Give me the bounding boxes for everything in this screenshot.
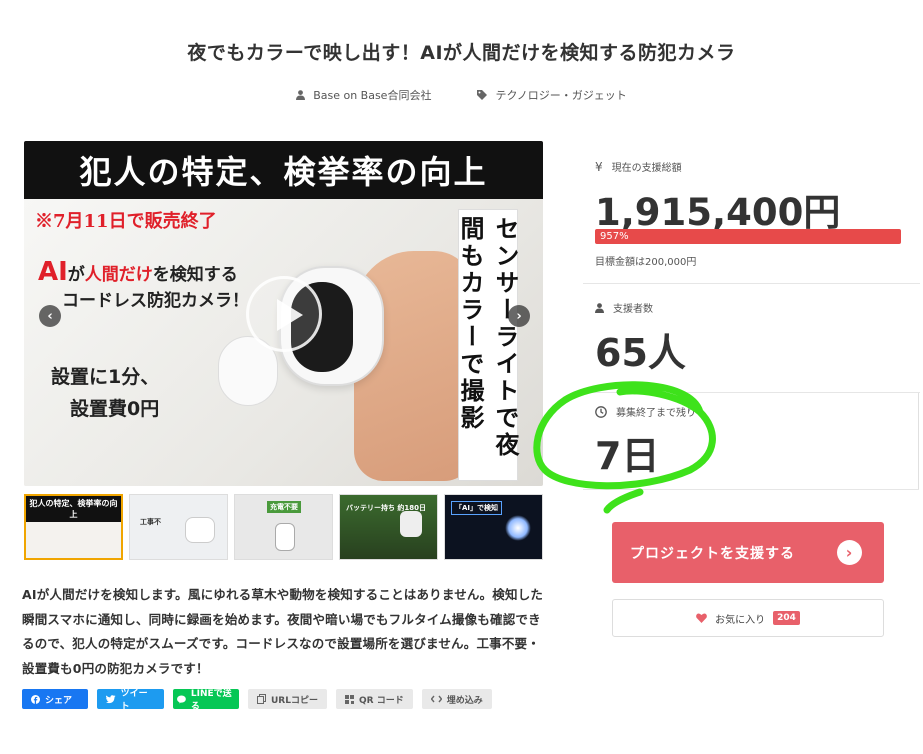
- qr-code-icon: [344, 694, 354, 704]
- hero-ai-mid: が: [67, 265, 85, 285]
- thumbnail-5[interactable]: 「AI」で検知: [444, 494, 543, 560]
- qr-code-label: QR コード: [358, 695, 404, 706]
- hero-setup-line1: 設置に1分、: [51, 366, 160, 388]
- divider: [583, 392, 920, 393]
- backers-count: 65人: [595, 331, 686, 375]
- twitter-share-label: ツイート: [120, 689, 148, 712]
- thumbnail-1-label: 犯人の特定、検挙率の向上: [26, 496, 121, 522]
- facebook-icon: [31, 694, 40, 704]
- total-support-label: ¥ 現在の支援総額: [595, 159, 682, 175]
- embed-button[interactable]: 埋め込み: [421, 689, 492, 709]
- card-border: [918, 393, 919, 489]
- hero-setup-text: 設置に1分、 設置費0円: [40, 361, 159, 425]
- facebook-share-button[interactable]: シェア: [22, 689, 88, 709]
- remaining-label: 募集終了まで残り: [595, 404, 696, 419]
- hero-setup-line2: 設置費0円: [70, 398, 160, 420]
- category-link[interactable]: テクノロジー・ガジェット: [477, 87, 627, 103]
- thumbnail-3-label: 充電不要: [267, 501, 301, 513]
- total-support-label-text: 現在の支援総額: [611, 163, 682, 174]
- funding-progress-bar: 957%: [595, 229, 901, 244]
- funding-progress-text: 957%: [600, 231, 629, 242]
- thumbnail-2[interactable]: 工事不: [129, 494, 228, 560]
- url-copy-label: URLコピー: [271, 695, 318, 706]
- facebook-share-label: シェア: [45, 695, 73, 706]
- backers-label: 支援者数: [595, 300, 653, 315]
- share-buttons: シェア ツイート LINEで送る URLコピー QR コード 埋め込み: [22, 689, 492, 712]
- total-support-amount: 1,915,400円: [595, 191, 841, 234]
- line-share-label: LINEで送る: [190, 689, 232, 712]
- page-title: 夜でもカラーで映し出す！AIが人間だけを検知する防犯カメラ: [187, 42, 736, 64]
- project-meta: Base on Base合同会社 テクノロジー・ガジェット: [0, 87, 923, 103]
- hero-ai-end: を検知する: [152, 265, 238, 285]
- hero-headline: 犯人の特定、検挙率の向上: [24, 141, 543, 199]
- project-description: AIが人間だけを検知します。風にゆれる草木や動物を検知することはありません。検知…: [22, 587, 544, 676]
- copy-icon: [257, 694, 266, 704]
- hero-ai-text: AIが人間だけを検知する コードレス防犯カメラ！: [38, 259, 249, 314]
- remaining-days: 7日: [595, 434, 660, 478]
- hero-ai-red: 人間だけ: [84, 265, 153, 285]
- favorite-button[interactable]: お気に入り 204: [612, 599, 884, 637]
- code-icon: [430, 695, 442, 703]
- thumbnail-strip: 犯人の特定、検挙率の向上 工事不 充電不要 バッテリー持ち 約180日 「AI」…: [24, 494, 543, 560]
- thumbnail-5-label: 「AI」で検知: [451, 501, 503, 515]
- favorite-label: お気に入り: [715, 614, 766, 626]
- support-project-button[interactable]: プロジェクトを支援する ›: [612, 522, 884, 583]
- url-copy-button[interactable]: URLコピー: [248, 689, 327, 709]
- remaining-label-text: 募集終了まで残り: [616, 408, 696, 419]
- prev-slide-icon[interactable]: ‹: [39, 305, 61, 327]
- sale-end-notice: ※7月11日で販売終了: [35, 211, 217, 232]
- thumbnail-4[interactable]: バッテリー持ち 約180日: [339, 494, 438, 560]
- yen-icon: ¥: [595, 159, 603, 174]
- thumbnail-2-label: 工事不: [140, 518, 161, 526]
- main-image-slider[interactable]: 犯人の特定、検挙率の向上 ※7月11日で販売終了 AIが人間だけを検知する コー…: [24, 141, 543, 486]
- embed-label: 埋め込み: [446, 695, 483, 706]
- line-icon: [177, 695, 186, 703]
- twitter-share-button[interactable]: ツイート: [97, 689, 164, 712]
- goal-amount: 目標金額は200,000円: [595, 257, 697, 268]
- chevron-right-icon: ›: [837, 540, 862, 565]
- qr-code-button[interactable]: QR コード: [335, 689, 413, 709]
- backers-label-text: 支援者数: [613, 304, 653, 315]
- support-project-label: プロジェクトを支援する: [630, 545, 795, 562]
- hero-ai-line2: コードレス防犯カメラ！: [62, 291, 249, 311]
- play-video-icon[interactable]: [246, 276, 322, 352]
- next-slide-icon[interactable]: ›: [508, 305, 530, 327]
- heart-icon: [696, 613, 707, 623]
- owner-name: Base on Base合同会社: [313, 89, 432, 102]
- hero-ai-word: AI: [38, 257, 68, 287]
- user-icon: [595, 302, 604, 313]
- owner-link[interactable]: Base on Base合同会社: [296, 87, 431, 103]
- user-icon: [296, 90, 306, 100]
- category-name: テクノロジー・ガジェット: [495, 89, 627, 102]
- clock-icon: [595, 405, 607, 418]
- tag-icon: [477, 90, 488, 100]
- favorite-count-badge: 204: [773, 611, 800, 625]
- thumbnail-1[interactable]: 犯人の特定、検挙率の向上: [24, 494, 123, 560]
- divider: [583, 283, 920, 284]
- divider: [583, 489, 919, 490]
- twitter-icon: [106, 694, 116, 703]
- line-share-button[interactable]: LINEで送る: [173, 689, 239, 712]
- thumbnail-3[interactable]: 充電不要: [234, 494, 333, 560]
- hero-vertical-caption: センサーライトで夜間もカラーで撮影: [456, 209, 520, 481]
